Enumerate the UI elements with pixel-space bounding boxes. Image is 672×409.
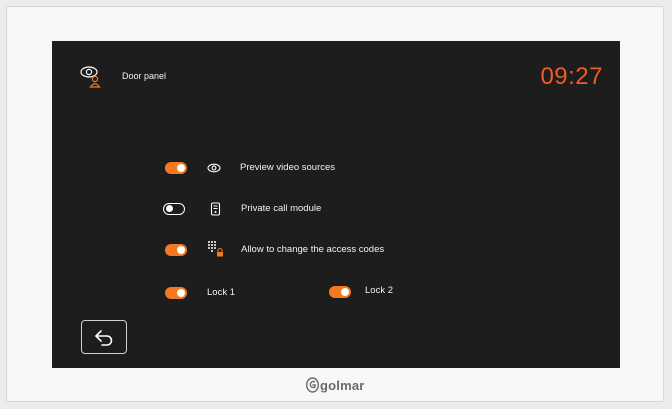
page-title: Door panel bbox=[122, 71, 167, 81]
preview-video-label: Preview video sources bbox=[240, 162, 336, 173]
back-button[interactable] bbox=[81, 320, 127, 354]
lock1-label: Lock 1 bbox=[207, 287, 235, 298]
preview-video-toggle[interactable] bbox=[165, 162, 187, 174]
golmar-logo: golmar bbox=[306, 376, 386, 398]
screen: Door panel 09:27 Preview video sources P… bbox=[52, 41, 620, 368]
golmar-logo-icon bbox=[306, 377, 319, 393]
keypad-lock-icon bbox=[208, 241, 223, 257]
brand-name: golmar bbox=[320, 378, 365, 393]
back-arrow-icon bbox=[95, 330, 113, 346]
private-call-label: Private call module bbox=[241, 203, 322, 214]
private-call-toggle[interactable] bbox=[163, 203, 185, 215]
lock1-toggle[interactable] bbox=[165, 287, 187, 299]
access-codes-toggle[interactable] bbox=[165, 244, 187, 256]
access-codes-label: Allow to change the access codes bbox=[241, 244, 385, 255]
eye-icon bbox=[207, 163, 221, 173]
intercom-icon bbox=[210, 202, 221, 216]
lock2-toggle[interactable] bbox=[329, 286, 351, 298]
lock2-label: Lock 2 bbox=[365, 285, 393, 296]
clock: 09:27 bbox=[540, 63, 603, 90]
eye-person-icon bbox=[80, 66, 101, 88]
